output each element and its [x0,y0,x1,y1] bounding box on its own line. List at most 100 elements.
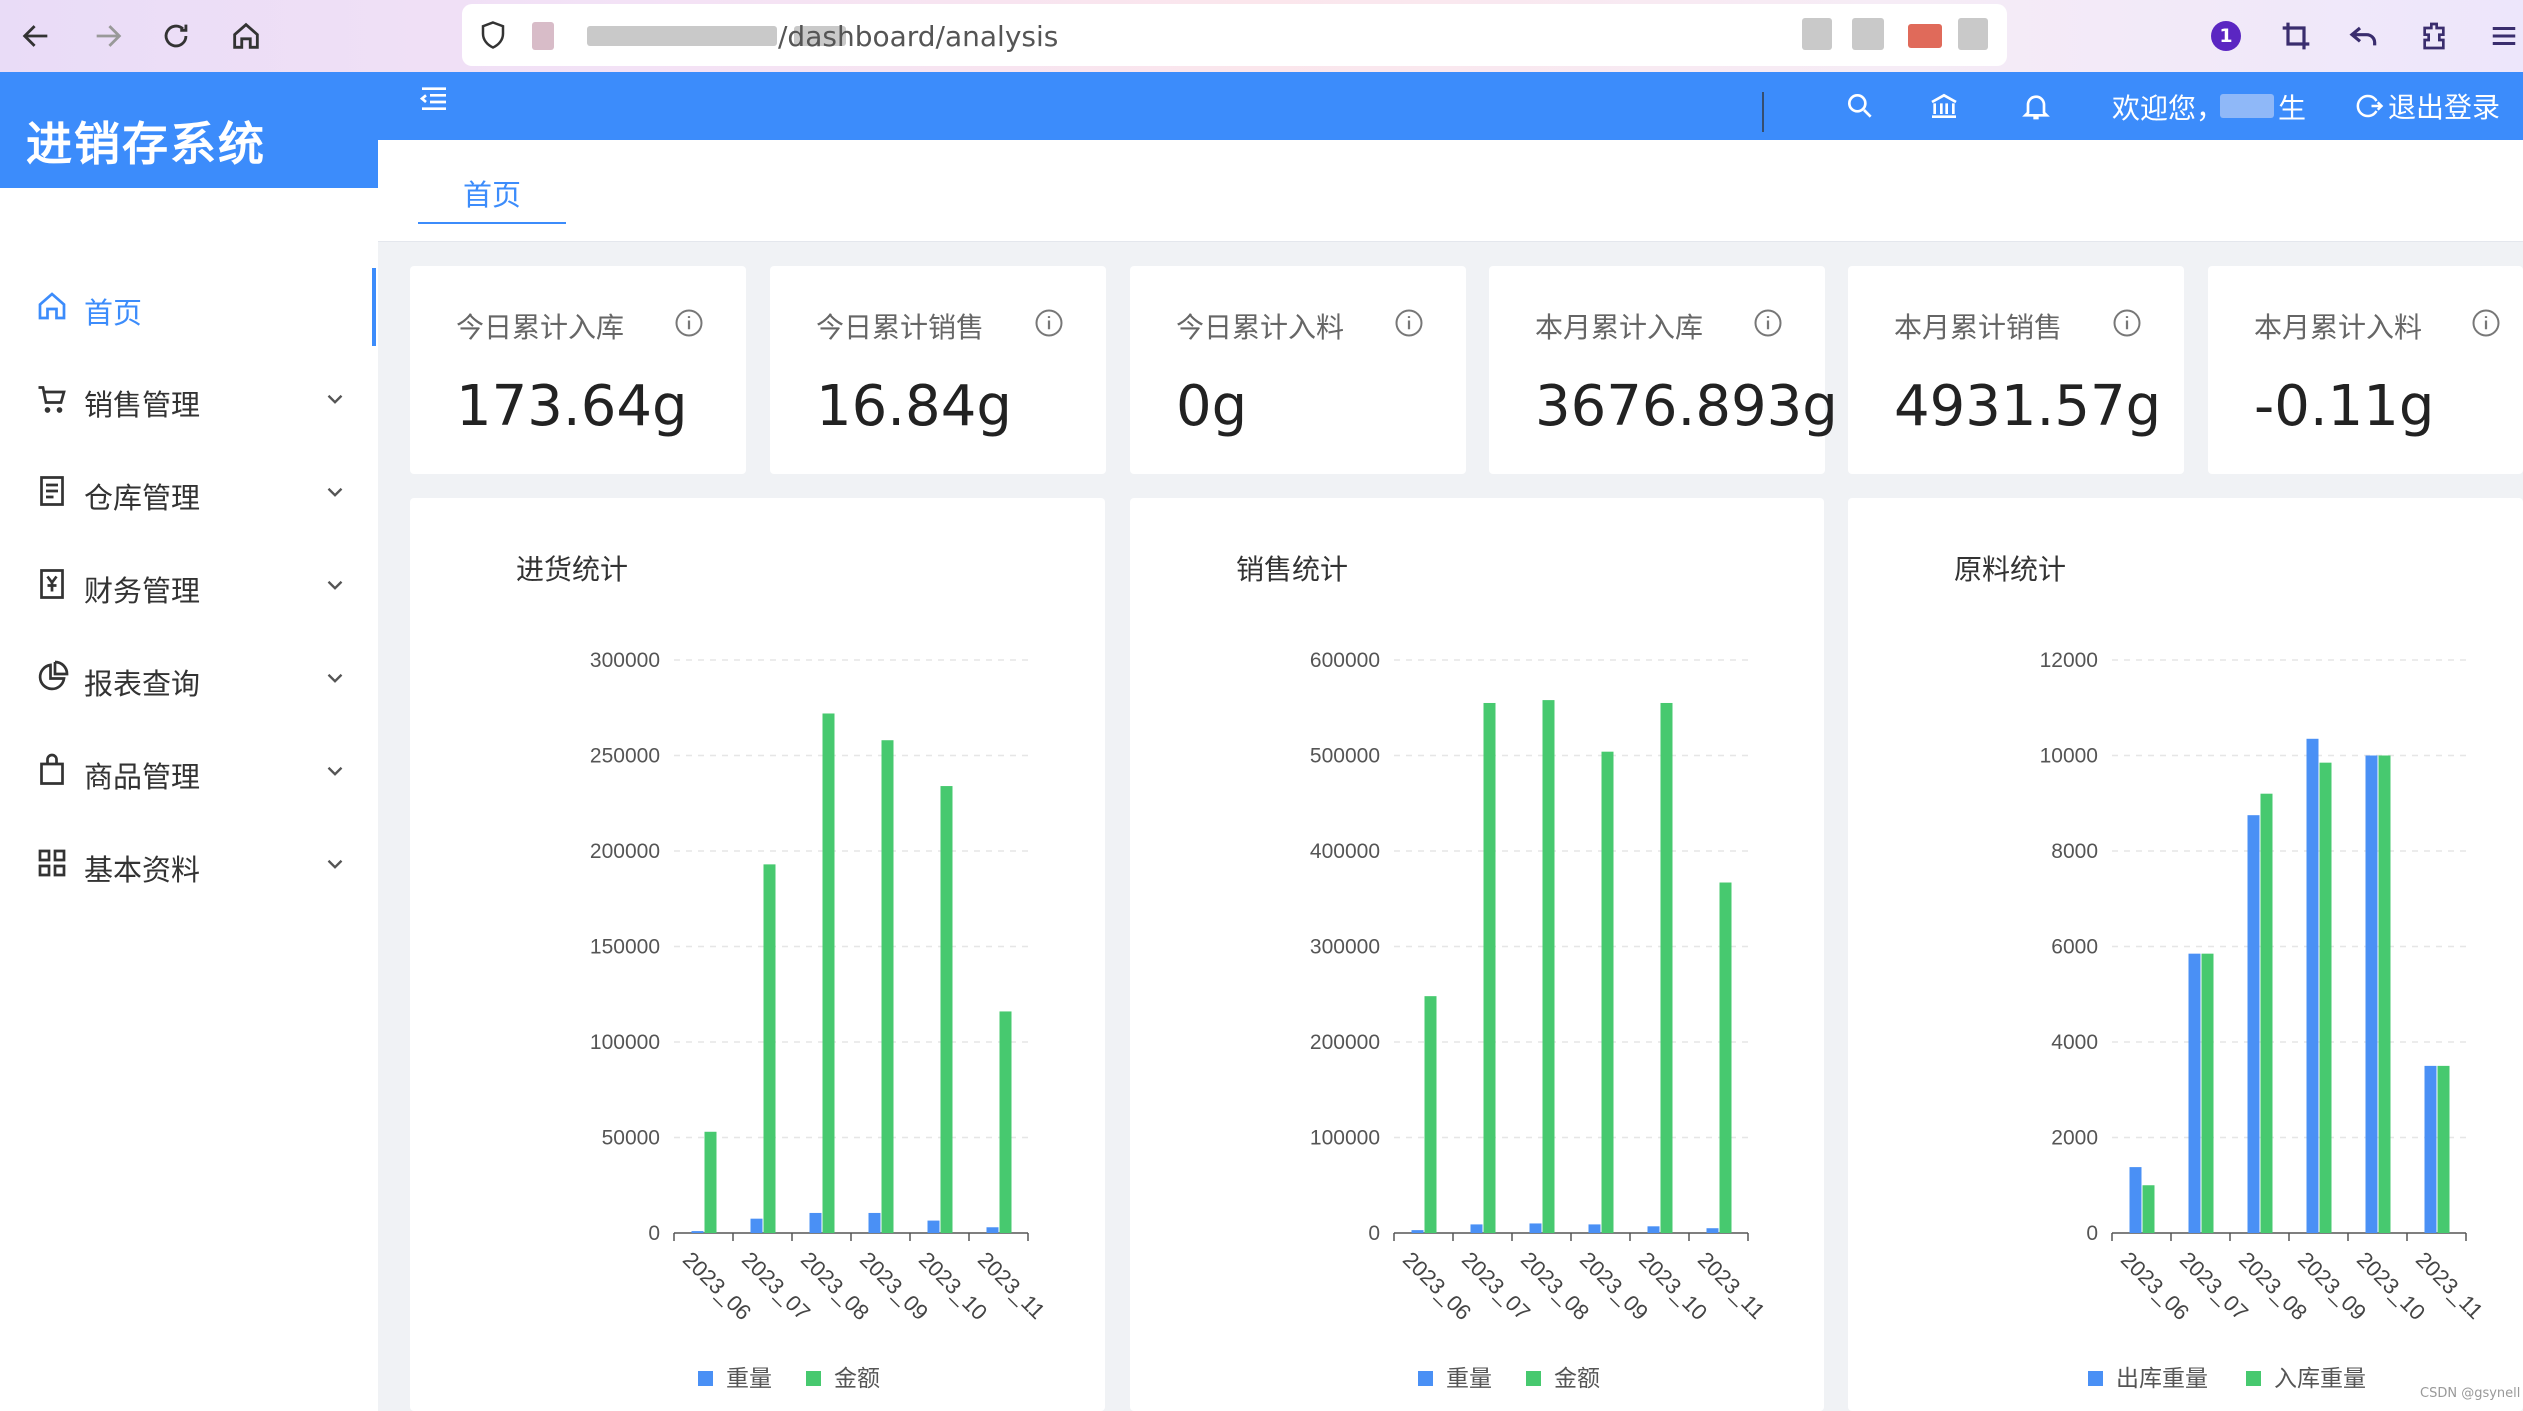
extensions-button[interactable] [2414,16,2454,56]
stat-value: 0g [1176,374,1248,439]
undo-icon [2349,26,2377,46]
extension-icon[interactable] [1908,24,1942,48]
bar-重量 [1470,1224,1483,1233]
bar-重量 [691,1231,704,1233]
sidebar-item-reports[interactable]: 报表查询 [0,639,378,719]
bag-icon [34,752,70,788]
header-divider [1762,92,1764,132]
sidebar-item-label: 财务管理 [84,574,201,608]
bar-出库重量 [2365,755,2378,1233]
info-icon[interactable] [674,308,704,338]
browser-menu-button[interactable] [2484,16,2523,56]
search-button[interactable] [1840,86,1880,126]
chevron-down-icon [327,394,343,404]
app-logo: 进销存系统 [0,72,378,188]
sidebar-item-label: 首页 [84,296,143,330]
info-icon[interactable] [1394,308,1424,338]
chevron-down-icon [327,487,343,497]
home-button[interactable] [222,12,270,60]
legend-label: 金额 [1554,1365,1600,1391]
bar-入库重量 [2319,762,2332,1233]
y-tick-label: 200000 [1310,1031,1380,1054]
logout-icon [2356,94,2384,118]
sidebar-item-label: 报表查询 [84,667,201,701]
extension-icon[interactable] [1802,18,1832,50]
app-title: 进销存系统 [26,117,266,171]
chart-card-sales: 销售统计 0 100000 200000 300000 400000 500000 6000… [1130,498,1824,1411]
info-icon[interactable] [2112,308,2142,338]
address-bar[interactable]: /dashboard/analysis [462,4,2007,66]
extension-badge-button[interactable]: 1 [2206,16,2246,56]
legend-label: 重量 [726,1365,772,1391]
sidebar-item-label: 基本资料 [84,853,201,887]
bank-button[interactable] [1924,86,1964,126]
bar-金额 [763,864,776,1233]
legend-swatch [1526,1371,1541,1386]
browser-toolbar: /dashboard/analysis 1 [0,0,2523,72]
sidebar-item-basic-data[interactable]: 基本资料 [0,825,378,905]
stat-value: 3676.893g [1535,374,1838,439]
y-tick-label: 200000 [590,840,660,863]
stat-card-today-sales: 今日累计销售 16.84g [770,266,1106,474]
tab-home[interactable]: 首页 [418,170,566,224]
stat-value: -0.11g [2254,374,2435,439]
stat-card-today-material: 今日累计入料 0g [1130,266,1466,474]
sidebar-item-products[interactable]: 商品管理 [0,732,378,812]
undo-button[interactable] [2344,16,2384,56]
material-bar-chart: 0200040006000800010000120002023_062023_0… [2040,649,2488,1391]
bar-入库重量 [2260,793,2273,1233]
bar-重量 [927,1220,940,1233]
info-icon[interactable] [1753,308,1783,338]
redacted-username [2220,94,2274,118]
screenshot-button[interactable] [2276,16,2316,56]
stat-title: 本月累计入料 [2254,311,2423,344]
extension-icon[interactable] [1852,18,1884,50]
bar-出库重量 [2247,815,2260,1233]
bar-出库重量 [2424,1065,2437,1233]
badge-count: 1 [2211,21,2241,51]
purchase-bar-chart: 0500001000001500002000002500003000002023… [590,649,1050,1391]
back-button[interactable] [12,12,60,60]
stat-title: 本月累计入库 [1535,311,1704,344]
extension-icon[interactable] [1958,18,1988,50]
reload-button[interactable] [152,12,200,60]
house-icon [233,22,259,49]
search-icon [1848,94,1872,118]
info-icon[interactable] [1034,308,1064,338]
bar-金额 [1601,751,1614,1233]
shield-icon [481,21,505,49]
stat-title: 今日累计入料 [1176,311,1345,344]
chevron-down-icon [327,766,343,776]
bar-金额 [1542,700,1555,1233]
stat-value: 173.64g [456,374,688,439]
sidebar-item-home[interactable]: 首页 [0,268,378,348]
y-tick-label: 100000 [1310,1127,1380,1150]
sidebar-item-sales[interactable]: 销售管理 [0,360,378,440]
y-tick-label: 6000 [2051,936,2098,959]
sidebar-item-warehouse[interactable]: 仓库管理 [0,453,378,533]
logout-button[interactable]: 退出登录 [2354,86,2500,126]
stat-value: 16.84g [816,374,1012,439]
collapse-sidebar-button[interactable] [414,78,454,118]
stat-card-month-sales: 本月累计销售 4931.57g [1848,266,2184,474]
bar-金额 [1483,702,1496,1233]
welcome-text: 欢迎您， [2112,92,2225,125]
notification-button[interactable] [2016,86,2056,126]
crop-icon [2282,22,2310,50]
y-tick-label: 0 [2086,1222,2098,1245]
bar-金额 [704,1131,717,1233]
forward-button[interactable] [84,12,132,60]
bar-重量 [1411,1230,1424,1233]
stat-title: 今日累计入库 [456,311,625,344]
bar-金额 [822,713,835,1233]
legend-swatch [2246,1371,2261,1386]
bar-出库重量 [2129,1167,2142,1233]
info-icon[interactable] [2471,308,2501,338]
stat-value: 4931.57g [1894,374,2162,439]
menu-fold-icon [419,87,446,110]
sidebar-item-finance[interactable]: 财务管理 [0,546,378,626]
y-tick-label: 500000 [1310,745,1380,768]
bar-重量 [868,1212,881,1233]
y-tick-label: 50000 [602,1127,660,1150]
logout-label: 退出登录 [2388,91,2501,124]
